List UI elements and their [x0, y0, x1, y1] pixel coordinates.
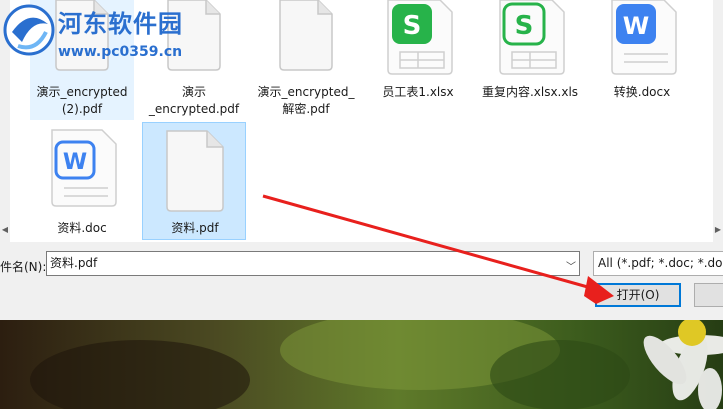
file-name: 演示_encrypted (2).pdf	[36, 85, 128, 116]
file-name: 转换.docx	[613, 85, 671, 99]
file-item-encrypted-decrypted-pdf[interactable]: 演示_encrypted_ 解密.pdf	[254, 0, 358, 120]
scroll-right-arrow-icon[interactable]: ▶	[714, 226, 722, 234]
blank-document-icon	[279, 0, 333, 71]
file-name: 重复内容.xlsx.xls	[481, 85, 579, 99]
file-name: 员工表1.xlsx	[382, 85, 454, 99]
filename-label: 件名(N):	[0, 260, 47, 274]
watermark: 河东软件园 www.pc0359.cn	[0, 0, 205, 66]
background-photo	[0, 320, 723, 409]
file-name: 演示 _encrypted.pdf	[148, 85, 240, 116]
file-name: 演示_encrypted_ 解密.pdf	[257, 85, 355, 116]
open-button[interactable]: 打开(O)	[595, 283, 681, 307]
file-item-employee-xlsx[interactable]: S 员工表1.xlsx	[366, 0, 470, 120]
daisy-photo	[0, 320, 723, 409]
svg-text:W: W	[63, 150, 87, 175]
file-name: 资料.doc	[57, 221, 107, 235]
svg-text:S: S	[403, 11, 422, 41]
file-type-filter[interactable]: All (*.pdf; *.doc; *.doc	[593, 251, 723, 276]
writer-document-icon: W	[51, 129, 117, 207]
svg-text:S: S	[515, 11, 534, 41]
filename-input[interactable]: 资料.pdf	[46, 251, 580, 276]
spreadsheet-icon: S	[387, 0, 453, 75]
writer-document-icon: W	[611, 0, 677, 75]
file-item-data-pdf[interactable]: 资料.pdf	[142, 122, 246, 240]
file-item-data-doc[interactable]: W 资料.doc	[30, 122, 134, 240]
cancel-button[interactable]	[694, 283, 723, 307]
file-item-convert-docx[interactable]: W 转换.docx	[590, 0, 694, 120]
file-item-duplicate-xls[interactable]: S 重复内容.xlsx.xls	[478, 0, 582, 120]
blank-document-icon	[166, 130, 224, 212]
watermark-url: www.pc0359.cn	[58, 44, 183, 60]
spreadsheet-icon: S	[499, 0, 565, 75]
scrollbar-right[interactable]	[713, 0, 723, 242]
watermark-title: 河东软件园	[58, 9, 183, 38]
svg-text:W: W	[623, 12, 649, 40]
chevron-down-icon[interactable]: ﹀	[566, 258, 576, 273]
file-name: 资料.pdf	[171, 221, 219, 235]
watermark-logo-icon	[3, 4, 55, 56]
scroll-left-arrow-icon[interactable]: ◀	[1, 226, 9, 234]
